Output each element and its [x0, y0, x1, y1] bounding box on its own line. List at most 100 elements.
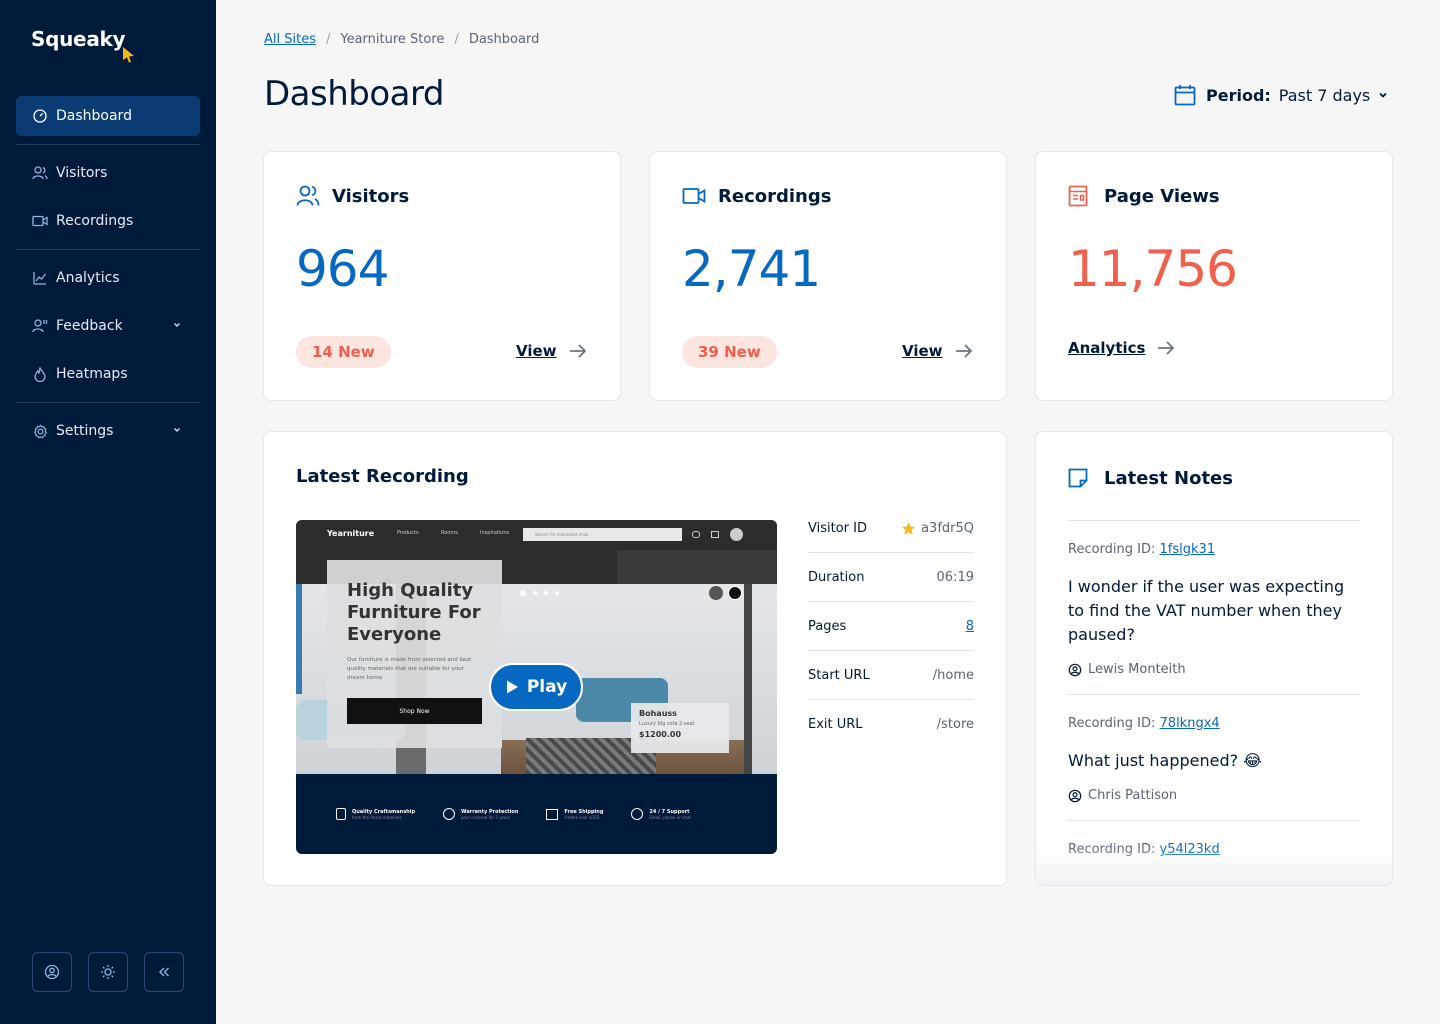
preview-product-name: Bohauss: [639, 709, 677, 718]
headset-icon: [631, 808, 644, 820]
feature-sub: Email, phone or chat: [649, 814, 691, 820]
view-visitors-link[interactable]: View: [516, 342, 587, 360]
period-selector[interactable]: Period: Past 7 days: [1174, 84, 1390, 106]
sidebar-item-settings[interactable]: Settings: [16, 411, 200, 451]
note-text: What just happened? 😂: [1068, 751, 1262, 770]
card-header: Visitors: [296, 184, 409, 208]
meta-value[interactable]: a3fdr5Q: [901, 521, 974, 536]
play-button[interactable]: Play: [489, 663, 583, 711]
arrow-right-icon: [1158, 341, 1175, 355]
note-recording-link[interactable]: 78lkngx4: [1160, 716, 1220, 731]
meta-key: Pages: [808, 618, 847, 634]
meta-key: Exit URL: [808, 717, 863, 732]
dashboard-icon: [32, 108, 48, 124]
shield-icon: [443, 808, 456, 820]
meta-key: Start URL: [808, 667, 870, 683]
star-icon: [902, 521, 916, 535]
note-recording-link[interactable]: 1fslgk31: [1160, 542, 1216, 557]
feature-title: Quality Craftsmanship: [352, 808, 416, 815]
recordings-icon: [32, 213, 48, 229]
preview-menu-item: Rooms: [441, 530, 458, 536]
chevron-down-icon: [173, 427, 181, 433]
preview-shop-button: Shop Now: [347, 698, 482, 724]
visitors-icon: [32, 165, 48, 181]
meta-visitor-id: Visitor ID a3fdr5Q: [808, 504, 974, 553]
preview-hero: High Quality Furniture For Everyone Our …: [296, 550, 777, 774]
note-id-label: Recording ID:: [1068, 716, 1156, 731]
note-author-name: Lewis Monteith: [1088, 662, 1186, 677]
account-button[interactable]: [32, 952, 72, 992]
sidebar-item-visitors[interactable]: Visitors: [16, 153, 200, 193]
arrow-right-icon: [569, 344, 586, 358]
note-author: Lewis Monteith: [1068, 662, 1186, 677]
preview-brand: Yearniture: [327, 529, 375, 538]
feature-sub: from the finest materials: [352, 814, 402, 820]
preview-search: Search for minimalist chair: [523, 528, 682, 541]
meta-pages: Pages 8: [808, 602, 974, 651]
visitors-card: Visitors 964 14 New View: [263, 151, 621, 401]
sun-icon: [101, 965, 115, 979]
app-logo[interactable]: Squeaky: [31, 27, 126, 51]
sidebar-item-analytics[interactable]: Analytics: [16, 258, 200, 298]
meta-duration: Duration 06:19: [808, 553, 974, 602]
arrow-right-icon: [955, 344, 972, 358]
trophy-icon: [336, 808, 346, 820]
link-label: View: [516, 342, 557, 360]
sidebar-item-dashboard[interactable]: Dashboard: [16, 96, 200, 136]
collapse-sidebar-button[interactable]: [144, 952, 184, 992]
card-title: Page Views: [1104, 185, 1220, 207]
user-icon: [44, 964, 60, 980]
chevron-down-icon: [173, 322, 181, 328]
sidebar-item-recordings[interactable]: Recordings: [16, 201, 200, 241]
section-title: Latest Recording: [296, 466, 469, 487]
meta-value: /store: [936, 717, 974, 732]
preview-features: Quality Craftsmanship from the finest mat…: [336, 808, 691, 820]
preview-product-desc: Luxury big sofa 2-seat: [639, 721, 695, 727]
meta-value[interactable]: 8: [966, 619, 974, 634]
preview-feature: Quality Craftsmanship from the finest mat…: [336, 808, 415, 820]
sidebar-item-feedback[interactable]: Feedback: [16, 306, 200, 346]
preview-menu-item: Products: [397, 530, 419, 536]
preview-hero-title: High Quality Furniture For Everyone: [347, 580, 481, 645]
preview-product-price: $1200.00: [639, 730, 682, 739]
settings-icon: [32, 423, 48, 439]
preview-hero-panel: High Quality Furniture For Everyone Our …: [327, 560, 502, 748]
feature-sub: your covered for 2 years: [461, 814, 511, 820]
note-divider: [1068, 694, 1360, 695]
card-header: Recordings: [682, 184, 831, 208]
note-text: I wonder if the user was expecting to fi…: [1068, 577, 1345, 644]
card-header: Page Views: [1068, 184, 1220, 208]
new-recordings-badge: 39 New: [682, 336, 777, 368]
sidebar-item-label: Analytics: [56, 270, 120, 286]
meta-value: /home: [932, 667, 974, 683]
feature-sub: Orders over $150: [564, 814, 600, 820]
breadcrumb-current: Dashboard: [468, 32, 540, 47]
breadcrumb: All Sites / Yearniture Store / Dashboard: [264, 32, 539, 47]
theme-toggle-button[interactable]: [88, 952, 128, 992]
notes-icon: [1068, 466, 1094, 490]
meta-value: 06:19: [936, 569, 974, 585]
breadcrumb-separator: /: [454, 32, 459, 47]
meta-exit-url: Exit URL /store: [808, 700, 974, 749]
breadcrumb-site[interactable]: Yearniture Store: [340, 32, 444, 47]
calendar-icon: [1174, 85, 1196, 106]
note-divider: [1068, 820, 1360, 821]
play-icon: [506, 680, 518, 694]
truck-icon: [546, 808, 559, 820]
breadcrumb-all-sites[interactable]: All Sites: [264, 32, 316, 47]
latest-notes-card: Latest Notes Recording ID: 1fslgk31 I wo…: [1035, 431, 1393, 886]
sidebar-item-heatmaps[interactable]: Heatmaps: [16, 354, 200, 394]
recording-preview[interactable]: Yearniture Products Rooms Inspirations S…: [296, 520, 777, 854]
preview-avatar: [730, 528, 743, 541]
scroll-fade: [1036, 845, 1392, 885]
feature-title: 24 / 7 Support: [649, 808, 690, 815]
recordings-count: 2,741: [682, 240, 821, 298]
play-label: Play: [526, 677, 568, 697]
meta-start-url: Start URL /home: [808, 651, 974, 700]
sidebar-item-label: Feedback: [56, 318, 123, 334]
view-recordings-link[interactable]: View: [902, 342, 973, 360]
preview-heart-icon: [692, 531, 700, 538]
note-author: Chris Pattison: [1068, 788, 1177, 803]
analytics-link[interactable]: Analytics: [1068, 339, 1175, 357]
preview-cart-icon: [711, 531, 719, 538]
